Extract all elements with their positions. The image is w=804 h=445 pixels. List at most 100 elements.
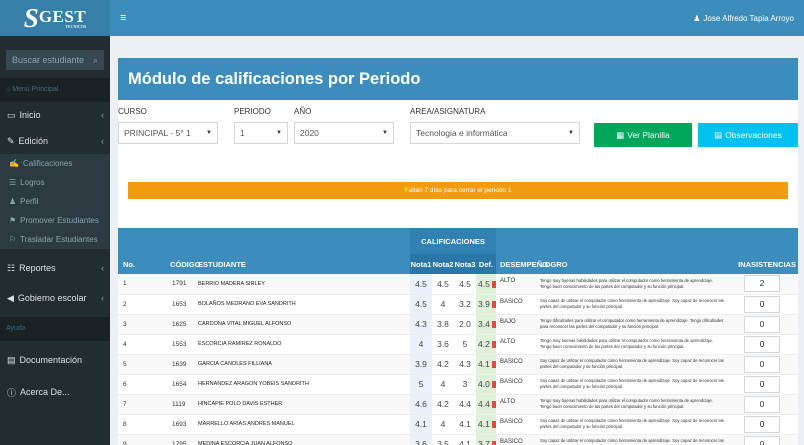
student-code: 1119 bbox=[170, 394, 190, 415]
nota2-input[interactable]: 4.2 bbox=[432, 354, 454, 375]
student-code: 1654 bbox=[170, 374, 190, 395]
ver-planilla-button[interactable]: ▦ Ver Planilla bbox=[594, 123, 692, 147]
curso-select[interactable]: PRINCIPAL - 5° 1 ▼ bbox=[118, 122, 218, 144]
nota2-input[interactable]: 3.8 bbox=[432, 314, 454, 335]
inasistencias-input[interactable]: 0 bbox=[744, 315, 780, 333]
nota2-input[interactable]: 4 bbox=[432, 414, 454, 435]
sidebar-item-gobierno[interactable]: ◀ Gobierno escolar ‹ bbox=[0, 285, 110, 311]
sidebar-search[interactable]: Buscar estudiante ⌕ bbox=[6, 50, 104, 70]
inasistencias-cell: 0 bbox=[726, 294, 798, 315]
logro-text: Tengo muy buenas habilidades para utiliz… bbox=[536, 274, 726, 295]
inasistencias-input[interactable]: 0 bbox=[744, 375, 780, 393]
user-menu[interactable]: ♟ Jose Alfredo Tapia Arroyo bbox=[693, 14, 794, 23]
col-logro: LOGRO bbox=[536, 254, 726, 274]
nota2-input[interactable]: 4 bbox=[432, 294, 454, 315]
periodo-select[interactable]: 1 ▼ bbox=[234, 122, 288, 144]
student-name: HERNANDEZ ARAGON YOBEIS SANDRITH bbox=[190, 374, 410, 395]
sidebar-item-inicio[interactable]: ▭ Inicio ‹ bbox=[0, 102, 110, 128]
area-select[interactable]: Tecnologia e informática ▼ bbox=[410, 122, 580, 144]
sidebar-item-trasladar[interactable]: ⚐ Trasladar Estudiantes bbox=[0, 230, 110, 249]
inasistencias-input[interactable]: 2 bbox=[744, 275, 780, 293]
inasistencias-input[interactable]: 0 bbox=[744, 415, 780, 433]
student-code: 1625 bbox=[170, 314, 190, 335]
nota2-input[interactable]: 4 bbox=[432, 374, 454, 395]
periodo-group: PERIODO 1 ▼ bbox=[234, 106, 288, 144]
info-icon: ⓘ bbox=[7, 387, 17, 398]
nota3-input[interactable]: 4.1 bbox=[454, 414, 476, 435]
nota3-input[interactable]: 4.5 bbox=[454, 274, 476, 295]
inasistencias-input[interactable]: 0 bbox=[744, 335, 780, 353]
inasistencias-input[interactable]: 0 bbox=[744, 395, 780, 413]
nota3-input[interactable]: 3.2 bbox=[454, 294, 476, 315]
home-icon: ⌂ bbox=[6, 86, 11, 93]
table-row: 3 1625 CARDONA VITAL MIGUEL ALFONSO 4.3 3.8 2… bbox=[118, 314, 798, 335]
inasistencias-cell: 0 bbox=[726, 334, 798, 355]
nota3-input[interactable]: 2.0 bbox=[454, 314, 476, 335]
sidebar-item-perfil[interactable]: ♟ Perfil bbox=[0, 192, 110, 211]
sidebar-item-label: Inicio bbox=[19, 110, 41, 120]
sidebar-item-acerca[interactable]: ⓘ Acerca De... bbox=[0, 379, 110, 405]
table-row: 5 1639 GARCIA CANOLES FILLIANA 3.9 4.2 4.3 4.1… bbox=[118, 354, 798, 375]
nota2-input[interactable]: 4.2 bbox=[432, 394, 454, 415]
definitiva-cell: 4.1 bbox=[476, 414, 496, 435]
nota2-input[interactable]: 4.5 bbox=[432, 274, 454, 295]
inasistencias-input[interactable]: 0 bbox=[744, 435, 780, 445]
nota3-input[interactable]: 3 bbox=[454, 374, 476, 395]
inasistencias-cell: 0 bbox=[726, 374, 798, 395]
anio-select[interactable]: 2020 ▼ bbox=[294, 122, 394, 144]
curso-label: CURSO bbox=[118, 107, 147, 116]
nota1-input[interactable]: 3.9 bbox=[410, 354, 432, 375]
hamburger-icon[interactable]: ≡ bbox=[120, 12, 126, 24]
monitor-icon: ▭ bbox=[7, 109, 16, 120]
area-label: AREA/ASIGNATURA bbox=[410, 107, 486, 116]
nota1-input[interactable]: 4.6 bbox=[410, 394, 432, 415]
nota1-input[interactable]: 4.5 bbox=[410, 294, 432, 315]
search-icon[interactable]: ⌕ bbox=[93, 55, 98, 66]
chart-icon: ☷ bbox=[7, 262, 16, 273]
nota3-input[interactable]: 4.4 bbox=[454, 394, 476, 415]
sidebar-item-calificaciones[interactable]: ✍ Calificaciones bbox=[0, 154, 110, 173]
search-input[interactable]: Buscar estudiante bbox=[12, 55, 84, 65]
sidebar-item-logros[interactable]: ☰ Logros bbox=[0, 173, 110, 192]
row-number: 4 bbox=[118, 334, 170, 355]
student-name: MEDINA ESCORCIA JUAN ALFONSO bbox=[190, 434, 410, 445]
sidebar-item-reportes[interactable]: ☷ Reportes ‹ bbox=[0, 255, 110, 281]
list-icon: ▤ bbox=[714, 129, 723, 140]
logro-text: Soy capaz de utilizar el computador como… bbox=[536, 414, 726, 435]
graduation-cap-icon: ⚑ bbox=[9, 216, 17, 225]
nota3-input[interactable]: 4.3 bbox=[454, 354, 476, 375]
definitiva-value: 3.4 bbox=[478, 319, 490, 329]
definitiva-value: 4.2 bbox=[478, 339, 490, 349]
student-name: GARCIA CANOLES FILLIANA bbox=[190, 354, 410, 375]
sidebar-submenu-edicion: ✍ Calificaciones ☰ Logros ♟ Perfil ⚑ Promove… bbox=[0, 154, 110, 249]
definitiva-value: 3.9 bbox=[478, 299, 490, 309]
curso-group: CURSO PRINCIPAL - 5° 1 ▼ bbox=[118, 106, 218, 144]
definitiva-cell: 4.1 bbox=[476, 354, 496, 375]
sidebar-item-edicion[interactable]: ✎ Edición ‹ bbox=[0, 128, 110, 154]
desempeno-badge: ALTO bbox=[496, 274, 536, 295]
nota2-input[interactable]: 3.5 bbox=[432, 434, 454, 445]
sidebar-item-documentacion[interactable]: ▤ Documentación bbox=[0, 347, 110, 373]
nota1-input[interactable]: 4 bbox=[410, 334, 432, 355]
inasistencias-input[interactable]: 0 bbox=[744, 295, 780, 313]
nota3-input[interactable]: 4.1 bbox=[454, 434, 476, 445]
nota1-input[interactable]: 5 bbox=[410, 374, 432, 395]
definitiva-cell: 3.4 bbox=[476, 314, 496, 335]
nota2-input[interactable]: 3.6 bbox=[432, 334, 454, 355]
definitiva-value: 4.4 bbox=[478, 399, 490, 409]
desempeno-badge: BASICO bbox=[496, 374, 536, 395]
brand-logo[interactable]: S GEST TECNICOS bbox=[0, 0, 110, 36]
nota1-input[interactable]: 4.5 bbox=[410, 274, 432, 295]
sidebar-item-promover[interactable]: ⚑ Promover Estudiantes bbox=[0, 211, 110, 230]
nota1-input[interactable]: 4.3 bbox=[410, 314, 432, 335]
nota1-input[interactable]: 3.6 bbox=[410, 434, 432, 445]
inasistencias-input[interactable]: 0 bbox=[744, 355, 780, 373]
user-icon: ♟ bbox=[9, 197, 17, 206]
nota3-input[interactable]: 5 bbox=[454, 334, 476, 355]
inasistencias-cell: 0 bbox=[726, 414, 798, 435]
bullhorn-icon: ◀ bbox=[7, 292, 14, 303]
definitiva-value: 4.0 bbox=[478, 379, 490, 389]
observaciones-button[interactable]: ▤ Observaciones bbox=[698, 123, 798, 147]
nota1-input[interactable]: 4.1 bbox=[410, 414, 432, 435]
table-row: 6 1654 HERNANDEZ ARAGON YOBEIS SANDRITH 5 4 3… bbox=[118, 374, 798, 395]
